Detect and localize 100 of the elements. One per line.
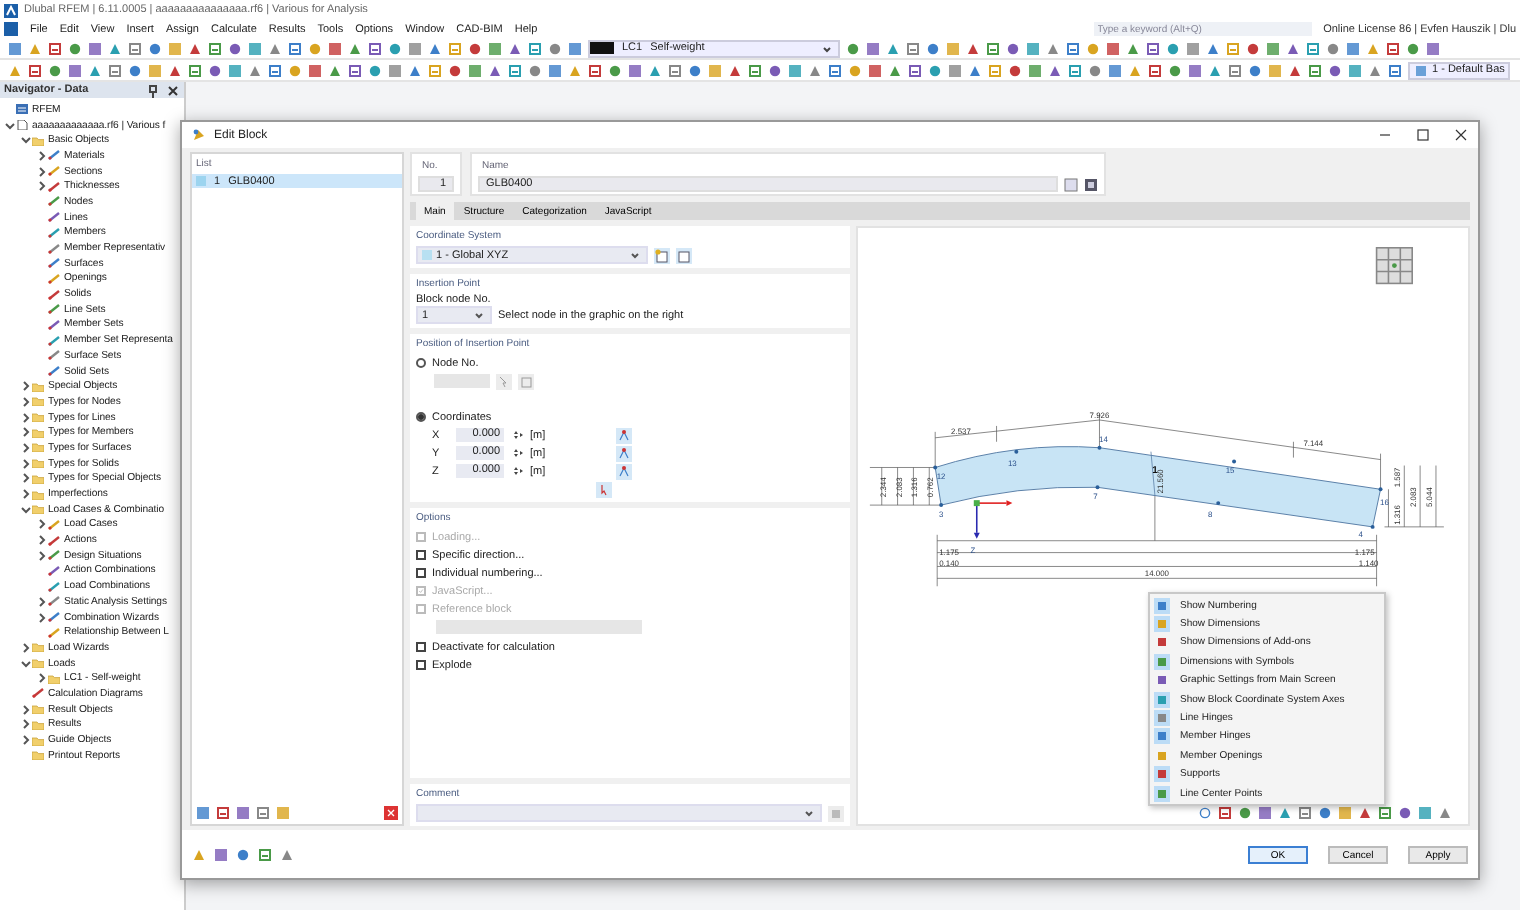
tool-icon[interactable] (1386, 41, 1400, 55)
tool-icon[interactable] (256, 806, 270, 820)
tool-icon[interactable] (208, 41, 222, 55)
expand-chevron-icon[interactable] (20, 718, 32, 731)
object-icon (48, 627, 60, 638)
node-field[interactable] (434, 374, 490, 388)
expand-chevron-icon[interactable] (20, 395, 32, 408)
tool-icon[interactable] (1298, 806, 1312, 820)
expand-chevron-icon[interactable] (36, 672, 48, 685)
expand-chevron-icon[interactable] (20, 380, 32, 393)
expand-chevron-icon[interactable] (36, 518, 48, 531)
tool-icon[interactable] (1306, 41, 1320, 55)
tool-icon[interactable] (1308, 63, 1322, 77)
pin-icon[interactable] (146, 83, 160, 97)
radio-button[interactable] (416, 412, 426, 422)
library-icon[interactable] (1064, 177, 1078, 191)
collapse-chevron-icon[interactable] (20, 503, 32, 516)
pick-icon[interactable] (596, 481, 612, 497)
copy-icon[interactable] (828, 805, 844, 821)
comment-field[interactable] (416, 804, 822, 822)
checkbox[interactable] (416, 550, 426, 560)
expand-chevron-icon[interactable] (20, 641, 32, 654)
expand-chevron-icon[interactable] (36, 165, 48, 178)
spinner-icon[interactable] (510, 464, 524, 478)
tool-icon[interactable] (348, 63, 362, 77)
tool-icon[interactable] (280, 847, 294, 861)
tool-icon[interactable] (588, 63, 602, 77)
tool-icon[interactable] (986, 41, 1000, 55)
checkbox[interactable] (416, 568, 426, 578)
tool-icon[interactable] (1068, 63, 1082, 77)
z-axis-arrow (973, 502, 980, 539)
collapse-chevron-icon[interactable] (20, 657, 32, 670)
pick-node-icon[interactable] (616, 445, 632, 461)
refresh-icon[interactable] (1198, 806, 1212, 820)
view-cube-icon[interactable] (1375, 247, 1413, 285)
object-icon (48, 612, 60, 623)
tool-icon[interactable] (908, 63, 922, 77)
tool-icon[interactable] (268, 63, 282, 77)
model-icon (16, 104, 28, 115)
tool-icon[interactable] (216, 806, 230, 820)
expand-chevron-icon[interactable] (36, 180, 48, 193)
object-icon (48, 550, 60, 561)
collapse-chevron-icon[interactable] (4, 119, 16, 132)
tool-icon[interactable] (236, 806, 250, 820)
tool-icon[interactable] (1378, 806, 1392, 820)
tool-icon[interactable] (1218, 806, 1232, 820)
tool-icon[interactable] (188, 63, 202, 77)
tool-icon[interactable] (1146, 41, 1160, 55)
expand-chevron-icon[interactable] (20, 703, 32, 716)
tool-icon[interactable] (828, 63, 842, 77)
expand-chevron-icon[interactable] (20, 734, 32, 747)
tool-icon[interactable] (128, 41, 142, 55)
block-icon (192, 128, 206, 142)
pick-node-icon[interactable] (616, 427, 632, 443)
tool-icon[interactable] (1388, 63, 1402, 77)
tool-icon[interactable] (748, 63, 762, 77)
expand-chevron-icon[interactable] (20, 426, 32, 439)
expand-chevron-icon[interactable] (36, 549, 48, 562)
tool-icon[interactable] (906, 41, 920, 55)
tool-icon[interactable] (1066, 41, 1080, 55)
caret-icon (472, 308, 486, 322)
delete-icon[interactable] (384, 806, 398, 820)
edit-icon[interactable] (1084, 177, 1098, 191)
tool-icon[interactable] (28, 63, 42, 77)
tool-icon[interactable] (1228, 63, 1242, 77)
maximize-icon[interactable] (1416, 128, 1430, 142)
object-icon (48, 335, 60, 346)
tool-icon[interactable] (196, 806, 210, 820)
checkbox[interactable] (416, 660, 426, 670)
spinner-icon[interactable] (510, 428, 524, 442)
pick-icon[interactable] (496, 373, 512, 389)
new-icon[interactable] (654, 247, 670, 263)
object-icon (48, 581, 60, 592)
close-icon[interactable] (1454, 128, 1468, 142)
expand-chevron-icon[interactable] (20, 411, 32, 424)
minimize-icon[interactable] (1378, 128, 1392, 142)
expand-chevron-icon[interactable] (20, 441, 32, 454)
tool-icon[interactable] (108, 63, 122, 77)
tool-icon[interactable] (1148, 63, 1162, 77)
tool-icon[interactable] (48, 41, 62, 55)
collapse-chevron-icon[interactable] (20, 134, 32, 147)
expand-chevron-icon[interactable] (36, 595, 48, 608)
tool-icon[interactable] (258, 847, 272, 861)
spinner-icon[interactable] (510, 446, 524, 460)
expand-chevron-icon[interactable] (20, 457, 32, 470)
close-icon[interactable] (166, 83, 180, 97)
caret-icon (628, 248, 642, 262)
expand-chevron-icon[interactable] (20, 488, 32, 501)
expand-chevron-icon[interactable] (36, 534, 48, 547)
tool-icon[interactable] (288, 41, 302, 55)
tool-icon[interactable] (668, 63, 682, 77)
pick-node-icon[interactable] (616, 463, 632, 479)
expand-chevron-icon[interactable] (36, 611, 48, 624)
checkbox[interactable] (416, 642, 426, 652)
tool-icon[interactable] (508, 63, 522, 77)
tool-icon[interactable] (528, 41, 542, 55)
expand-chevron-icon[interactable] (20, 472, 32, 485)
radio-button[interactable] (416, 358, 426, 368)
expand-chevron-icon[interactable] (36, 149, 48, 162)
tool-icon[interactable] (368, 41, 382, 55)
